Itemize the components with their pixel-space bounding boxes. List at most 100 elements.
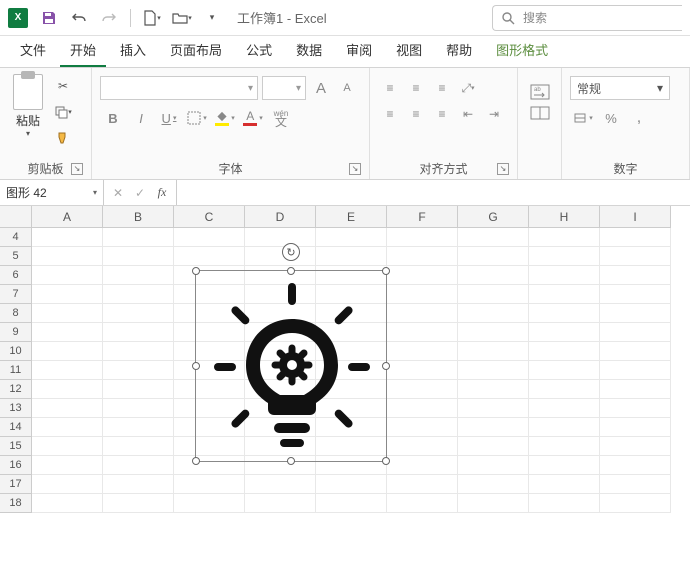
row-header[interactable]: 8: [0, 304, 32, 323]
cell[interactable]: [32, 323, 103, 342]
tab-home[interactable]: 开始: [60, 34, 106, 67]
dialog-launcher-icon[interactable]: ↘: [71, 163, 83, 175]
col-header[interactable]: F: [387, 206, 458, 228]
resize-handle[interactable]: [192, 362, 200, 370]
cell[interactable]: [387, 475, 458, 494]
tab-view[interactable]: 视图: [386, 34, 432, 67]
cell[interactable]: [458, 475, 529, 494]
cell[interactable]: [529, 399, 600, 418]
cell[interactable]: [32, 380, 103, 399]
tab-data[interactable]: 数据: [286, 34, 332, 67]
cell[interactable]: [103, 228, 174, 247]
col-header[interactable]: I: [600, 206, 671, 228]
cell[interactable]: [103, 399, 174, 418]
cell[interactable]: [32, 361, 103, 380]
cell[interactable]: [529, 228, 600, 247]
cell[interactable]: [32, 342, 103, 361]
new-file-icon[interactable]: ▾: [141, 7, 163, 29]
cell[interactable]: [32, 304, 103, 323]
increase-indent-button[interactable]: ⇥: [482, 102, 506, 126]
cell[interactable]: [316, 494, 387, 513]
row-header[interactable]: 16: [0, 456, 32, 475]
col-header[interactable]: G: [458, 206, 529, 228]
cell[interactable]: [458, 228, 529, 247]
cell[interactable]: [458, 418, 529, 437]
tab-page-layout[interactable]: 页面布局: [160, 34, 232, 67]
cell[interactable]: [458, 342, 529, 361]
search-box[interactable]: 搜索: [492, 5, 682, 31]
font-size-combo[interactable]: ▾: [262, 76, 306, 100]
cell[interactable]: [600, 399, 671, 418]
resize-handle[interactable]: [382, 457, 390, 465]
cell[interactable]: [103, 266, 174, 285]
cell[interactable]: [600, 380, 671, 399]
cell[interactable]: [103, 456, 174, 475]
col-header[interactable]: B: [103, 206, 174, 228]
cell[interactable]: [174, 228, 245, 247]
tab-file[interactable]: 文件: [10, 34, 56, 67]
font-color-button[interactable]: A▾: [240, 106, 266, 130]
save-icon[interactable]: [38, 7, 60, 29]
cell[interactable]: [32, 437, 103, 456]
cell[interactable]: [458, 456, 529, 475]
cell[interactable]: [316, 247, 387, 266]
selected-shape[interactable]: [195, 270, 387, 462]
cell[interactable]: [458, 247, 529, 266]
cell[interactable]: [529, 494, 600, 513]
cell[interactable]: [458, 399, 529, 418]
row-header[interactable]: 4: [0, 228, 32, 247]
cell[interactable]: [174, 247, 245, 266]
resize-handle[interactable]: [287, 267, 295, 275]
tab-review[interactable]: 审阅: [336, 34, 382, 67]
number-format-combo[interactable]: 常规▾: [570, 76, 670, 100]
cell[interactable]: [600, 456, 671, 475]
cell[interactable]: [529, 475, 600, 494]
cell[interactable]: [600, 361, 671, 380]
select-all-corner[interactable]: [0, 206, 32, 228]
cut-button[interactable]: ✂: [52, 76, 74, 96]
cell[interactable]: [387, 361, 458, 380]
cell[interactable]: [32, 399, 103, 418]
align-bottom-button[interactable]: ≡: [430, 76, 454, 100]
tab-shape-format[interactable]: 图形格式: [486, 34, 558, 67]
cell[interactable]: [529, 266, 600, 285]
resize-handle[interactable]: [382, 267, 390, 275]
cell[interactable]: [387, 285, 458, 304]
cell[interactable]: [174, 475, 245, 494]
formula-input[interactable]: [177, 180, 690, 205]
insert-function-button[interactable]: fx: [152, 183, 172, 203]
cell[interactable]: [103, 285, 174, 304]
cell[interactable]: [600, 437, 671, 456]
cell[interactable]: [529, 361, 600, 380]
cell[interactable]: [387, 437, 458, 456]
col-header[interactable]: E: [316, 206, 387, 228]
align-center-button[interactable]: ≡: [404, 102, 428, 126]
cell[interactable]: [387, 342, 458, 361]
cell[interactable]: [103, 475, 174, 494]
align-left-button[interactable]: ≡: [378, 102, 402, 126]
cell[interactable]: [174, 494, 245, 513]
row-header[interactable]: 5: [0, 247, 32, 266]
row-header[interactable]: 15: [0, 437, 32, 456]
row-header[interactable]: 17: [0, 475, 32, 494]
cell[interactable]: [600, 304, 671, 323]
cell[interactable]: [529, 380, 600, 399]
row-header[interactable]: 18: [0, 494, 32, 513]
tab-insert[interactable]: 插入: [110, 34, 156, 67]
cell[interactable]: [387, 456, 458, 475]
cell[interactable]: [529, 304, 600, 323]
cell[interactable]: [600, 418, 671, 437]
tab-help[interactable]: 帮助: [436, 34, 482, 67]
phonetic-guide-button[interactable]: wén文: [268, 106, 294, 130]
redo-icon[interactable]: [98, 7, 120, 29]
format-painter-button[interactable]: [52, 128, 74, 148]
cell[interactable]: [600, 475, 671, 494]
cell[interactable]: [458, 494, 529, 513]
italic-button[interactable]: I: [128, 106, 154, 130]
col-header[interactable]: A: [32, 206, 103, 228]
dialog-launcher-icon[interactable]: ↘: [349, 163, 361, 175]
percent-format-button[interactable]: %: [598, 106, 624, 130]
cell[interactable]: [458, 361, 529, 380]
bold-button[interactable]: B: [100, 106, 126, 130]
cell[interactable]: [103, 304, 174, 323]
